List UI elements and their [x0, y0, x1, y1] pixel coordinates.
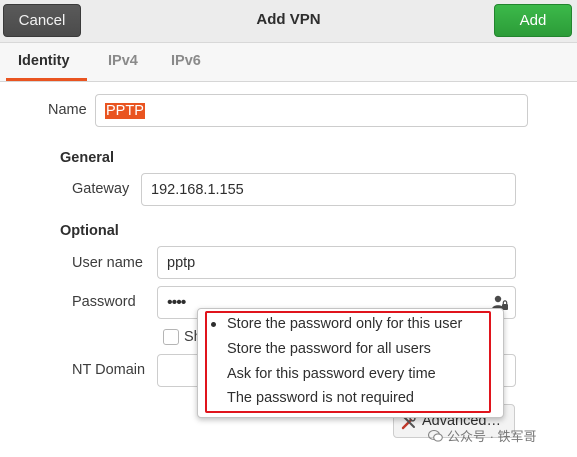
general-section-title: General	[60, 150, 114, 166]
username-value: pptp	[167, 254, 196, 271]
gateway-value: 192.168.1.155	[151, 181, 244, 198]
active-tab-indicator	[6, 78, 87, 81]
highlight-box	[205, 311, 491, 413]
nt-domain-label: NT Domain	[72, 362, 146, 378]
wechat-icon	[427, 429, 443, 442]
tab-ipv6[interactable]: IPv6	[171, 53, 201, 69]
optional-section-title: Optional	[60, 223, 119, 239]
header-bar: Cancel Add VPN Add	[0, 0, 577, 43]
dialog-title: Add VPN	[256, 11, 321, 28]
username-label: User name	[72, 255, 143, 271]
gateway-input[interactable]: 192.168.1.155	[141, 173, 516, 206]
username-input[interactable]: pptp	[157, 246, 516, 279]
tab-bar: Identity IPv4 IPv6	[0, 43, 577, 82]
add-button[interactable]: Add	[494, 4, 572, 37]
show-password-checkbox[interactable]	[163, 329, 179, 345]
password-value: ••••	[167, 293, 186, 311]
tab-ipv4[interactable]: IPv4	[108, 53, 138, 69]
password-label: Password	[72, 294, 136, 310]
name-label: Name	[48, 102, 87, 118]
watermark: 公众号 · 铁军哥	[427, 426, 537, 445]
gateway-label: Gateway	[72, 181, 130, 197]
name-value: PPTP	[105, 102, 145, 119]
tab-identity[interactable]: Identity	[18, 53, 70, 69]
watermark-text: 公众号 · 铁军哥	[447, 429, 537, 444]
name-input[interactable]: PPTP	[95, 94, 528, 127]
